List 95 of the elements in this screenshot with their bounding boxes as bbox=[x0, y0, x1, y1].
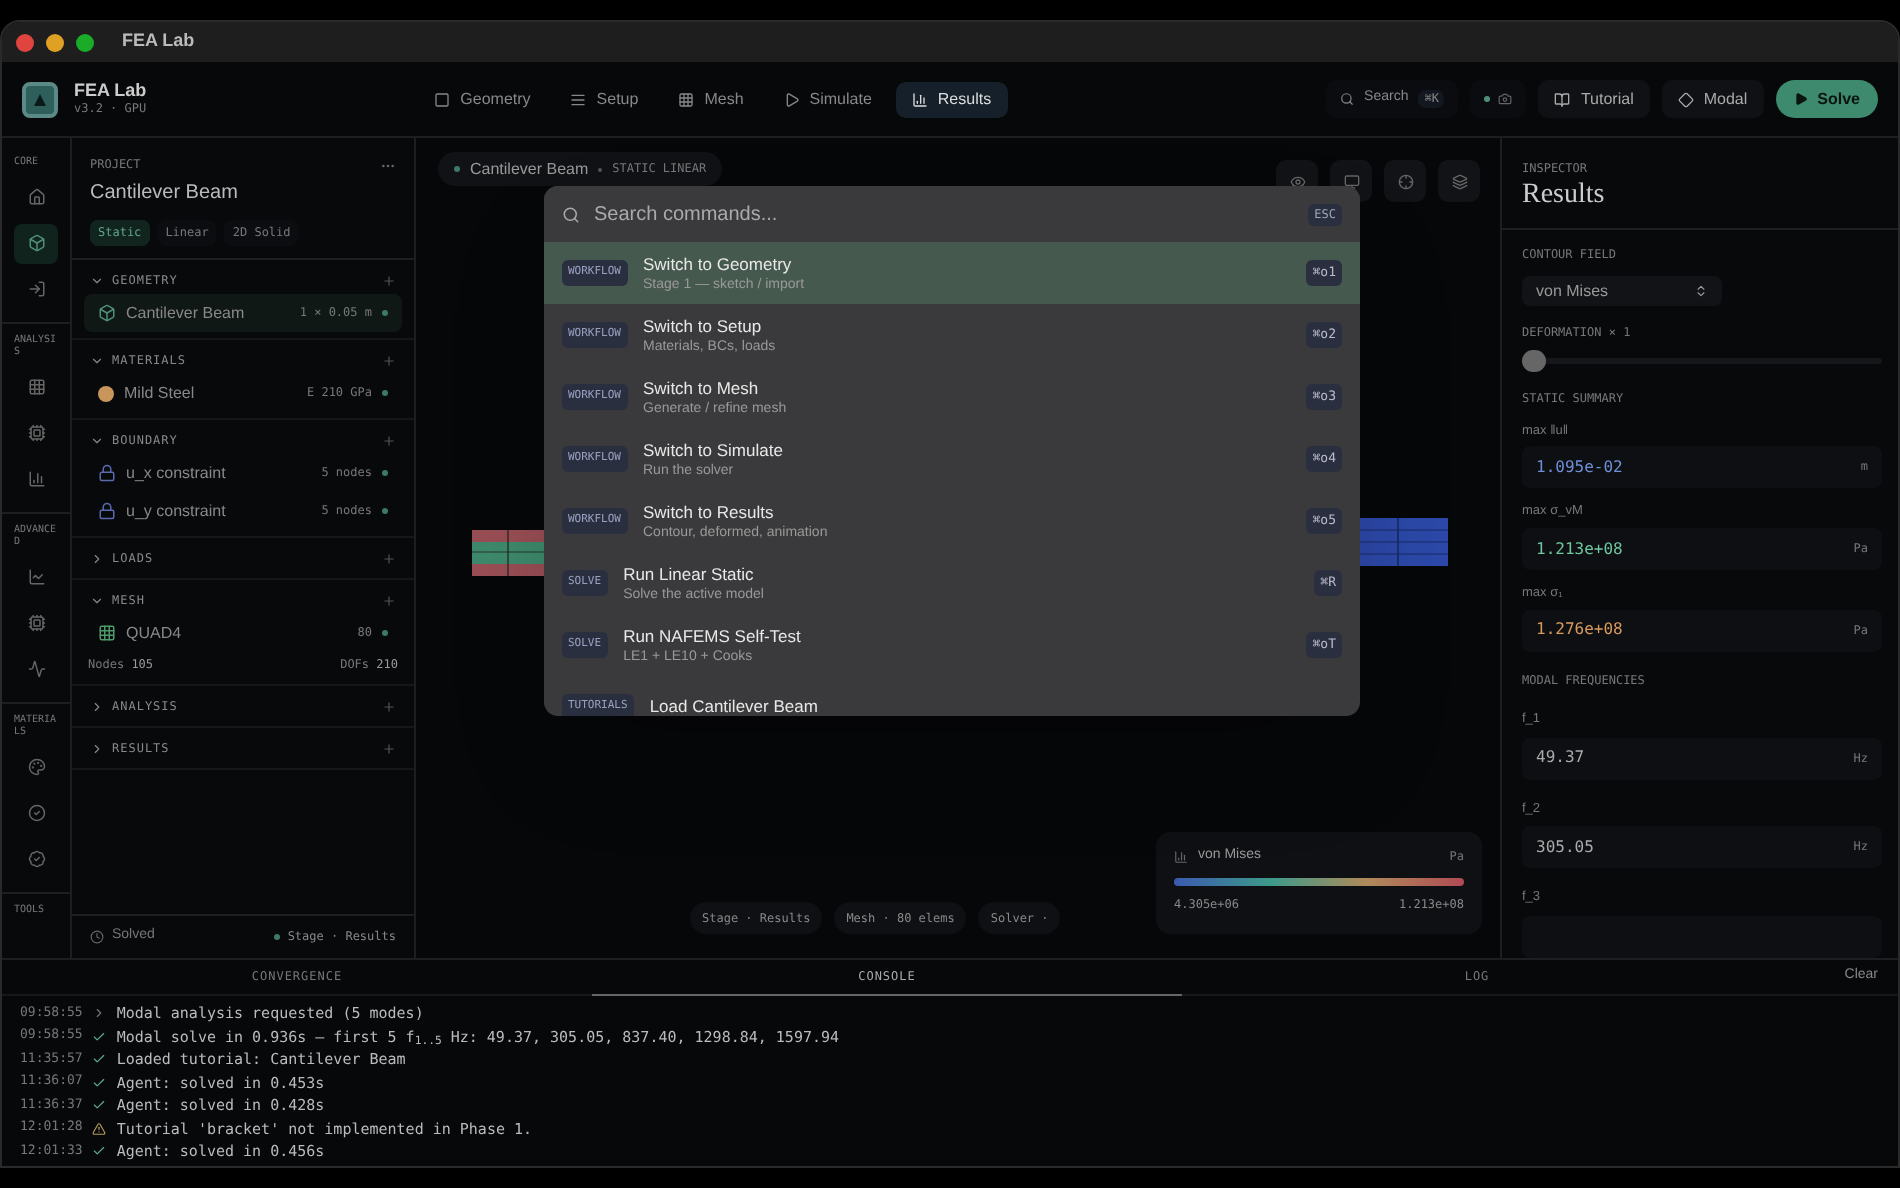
item-name: u_x constraint bbox=[126, 461, 226, 485]
camera-icon bbox=[1498, 92, 1513, 106]
inspector-title: Results bbox=[1522, 178, 1607, 212]
plus-icon bbox=[382, 353, 396, 367]
chip-icon bbox=[27, 424, 45, 442]
warning-icon bbox=[92, 1121, 107, 1136]
nav-tab[interactable]: Results bbox=[895, 81, 1008, 117]
chevron-icon bbox=[92, 1006, 107, 1021]
minimize-button[interactable] bbox=[46, 33, 64, 51]
chevron-down-icon bbox=[90, 353, 104, 367]
project-name: Cantilever Beam bbox=[90, 180, 240, 208]
command-title: Run Linear Static bbox=[623, 563, 756, 585]
grid-icon bbox=[98, 624, 116, 642]
diamond-icon bbox=[1677, 91, 1694, 107]
rail-button[interactable] bbox=[14, 223, 58, 263]
layers-icon bbox=[1451, 173, 1467, 189]
plus-icon bbox=[382, 273, 396, 287]
command-title: Load Cantilever Beam bbox=[649, 696, 818, 716]
plus-icon bbox=[382, 593, 396, 607]
check-icon bbox=[92, 1144, 107, 1159]
beam-tip-drawing bbox=[1360, 518, 1448, 566]
layers-button[interactable] bbox=[1438, 160, 1480, 202]
result-value: 1.213e+08 bbox=[1536, 537, 1623, 561]
check-circle-icon bbox=[27, 804, 45, 822]
lock-icon bbox=[98, 464, 116, 482]
square-icon bbox=[434, 91, 451, 107]
cube-icon bbox=[98, 304, 116, 322]
bar-chart-icon bbox=[911, 91, 928, 107]
book-icon bbox=[1554, 91, 1571, 107]
cube-icon bbox=[27, 234, 45, 252]
zoom-button[interactable] bbox=[76, 33, 94, 51]
home-icon bbox=[27, 188, 45, 206]
command-title: Switch to Mesh bbox=[643, 377, 761, 399]
chevron-down-icon bbox=[90, 593, 104, 607]
lines-icon bbox=[570, 91, 587, 107]
item-name: Mild Steel bbox=[124, 381, 195, 405]
wave-icon bbox=[27, 660, 45, 678]
grid-icon bbox=[27, 378, 45, 396]
search-icon bbox=[562, 205, 580, 223]
bar-chart-icon bbox=[1174, 849, 1188, 864]
chevrons-icon bbox=[1694, 284, 1708, 299]
result-value: 1.276e+08 bbox=[1536, 618, 1623, 643]
tutorial-button[interactable]: Tutorial bbox=[1538, 80, 1650, 118]
nav-tab[interactable]: Geometry bbox=[418, 81, 547, 117]
command-title: Switch to Results bbox=[643, 501, 776, 523]
triangle-icon bbox=[34, 93, 46, 105]
frequency-value: 305.05 bbox=[1536, 835, 1594, 860]
command-title: Switch to Simulate bbox=[643, 439, 783, 461]
search-icon bbox=[1340, 92, 1355, 106]
plus-icon bbox=[382, 699, 396, 713]
chip-icon bbox=[27, 614, 45, 632]
model-name: Cantilever Beam bbox=[470, 157, 589, 181]
plus-icon bbox=[382, 741, 396, 755]
command-title: Switch to Geometry bbox=[643, 253, 794, 275]
crosshair-icon bbox=[1397, 173, 1413, 189]
chevron-down-icon bbox=[90, 273, 104, 287]
clock-icon bbox=[90, 930, 104, 944]
palette-icon bbox=[27, 758, 45, 776]
bar-chart-icon bbox=[27, 470, 45, 488]
slider-thumb[interactable] bbox=[1522, 350, 1546, 373]
badge-check-icon bbox=[27, 850, 45, 868]
item-name: Cantilever Beam bbox=[126, 301, 245, 325]
result-value: 1.095e-02 bbox=[1536, 455, 1623, 480]
chevron-right-icon bbox=[90, 699, 104, 713]
nav-tab[interactable]: Setup bbox=[554, 81, 655, 117]
plus-icon bbox=[382, 433, 396, 447]
play-icon bbox=[783, 91, 800, 107]
solve-button[interactable]: Solve bbox=[1775, 80, 1878, 118]
eye-icon bbox=[1289, 173, 1305, 189]
plus-icon bbox=[382, 551, 396, 565]
grid-icon bbox=[678, 91, 695, 107]
lock-icon bbox=[98, 502, 116, 520]
frequency-value: 49.37 bbox=[1536, 746, 1585, 770]
nav-tab[interactable]: Simulate bbox=[767, 81, 888, 117]
command-title: Run NAFEMS Self-Test bbox=[623, 625, 801, 647]
import-icon bbox=[27, 280, 45, 298]
item-name: u_y constraint bbox=[126, 499, 226, 523]
line-chart-icon bbox=[27, 568, 45, 586]
modal-button[interactable]: Modal bbox=[1661, 80, 1764, 118]
command-search-field[interactable]: Search commands... bbox=[594, 199, 1295, 229]
screen-icon bbox=[1343, 173, 1359, 189]
app-name: FEA Lab bbox=[74, 82, 147, 100]
beam-root-drawing bbox=[472, 530, 544, 576]
contour-select[interactable]: von Mises bbox=[1522, 276, 1722, 307]
nav-tab[interactable]: Mesh bbox=[662, 81, 760, 117]
close-button[interactable] bbox=[16, 33, 34, 51]
deformation-slider[interactable] bbox=[1522, 350, 1882, 371]
item-name: QUAD4 bbox=[126, 621, 182, 645]
window-title: FEA Lab bbox=[122, 28, 195, 55]
chevron-down-icon bbox=[90, 433, 104, 447]
chevron-right-icon bbox=[90, 741, 104, 755]
chevron-right-icon bbox=[90, 551, 104, 565]
play-icon bbox=[1793, 92, 1808, 106]
command-title: Switch to Setup bbox=[643, 315, 764, 337]
crosshair-button[interactable] bbox=[1384, 160, 1426, 202]
